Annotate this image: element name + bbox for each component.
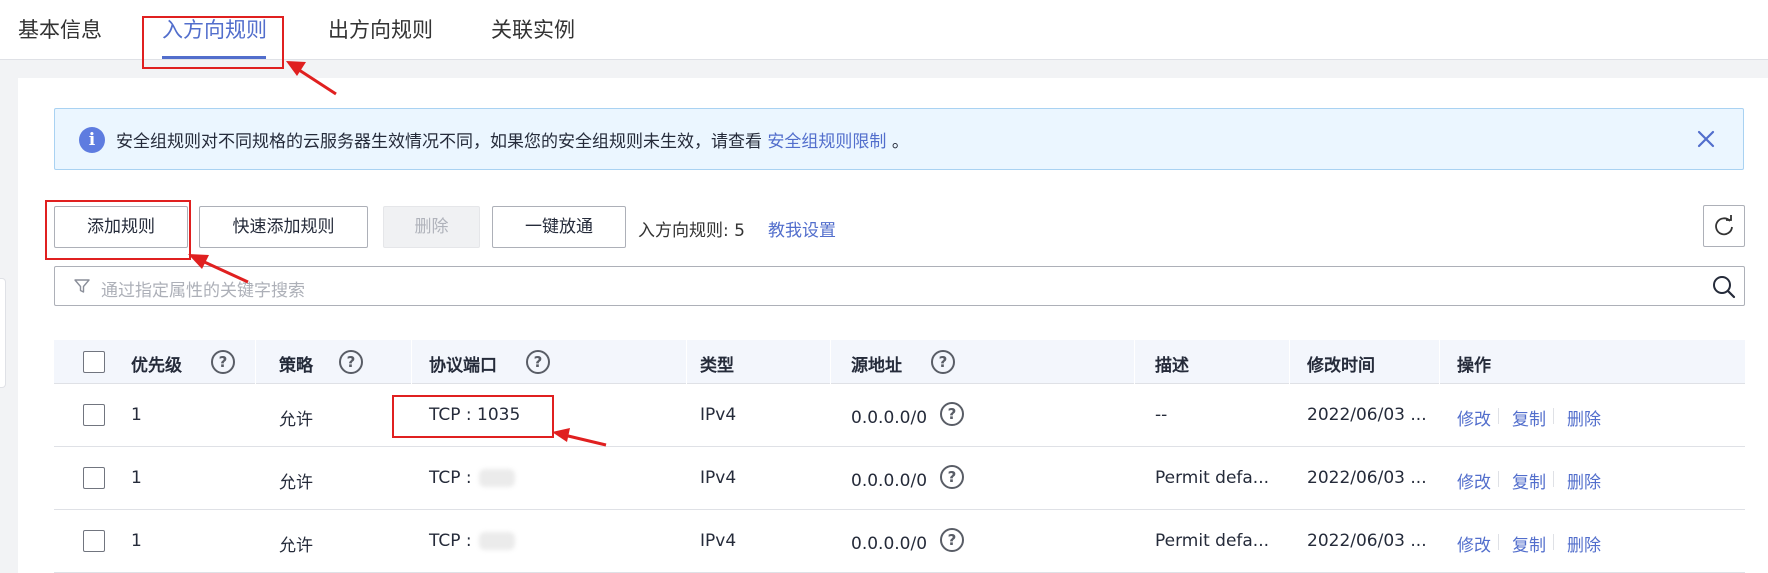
- delete-link[interactable]: 删除: [1567, 468, 1601, 493]
- cell-source: 0.0.0.0/0: [851, 408, 928, 428]
- column-divider: [1439, 340, 1440, 384]
- cell-type: IPv4: [700, 531, 737, 551]
- column-divider: [1134, 340, 1135, 384]
- row-checkbox[interactable]: [83, 530, 105, 552]
- refresh-button[interactable]: [1703, 205, 1745, 247]
- quick-add-rule-button[interactable]: 快速添加规则: [199, 206, 368, 248]
- annotation-arrow-icon: [552, 428, 607, 447]
- edit-link[interactable]: 修改: [1457, 405, 1491, 430]
- cell-protocol-port: TCP :: [429, 468, 516, 488]
- protocol-port-text: TCP :: [429, 468, 478, 488]
- row-checkbox[interactable]: [83, 467, 105, 489]
- delete-link[interactable]: 删除: [1567, 531, 1601, 556]
- cell-protocol-port: TCP :: [429, 531, 516, 551]
- cell-priority: 1: [131, 531, 142, 551]
- redacted-port: [479, 532, 516, 550]
- help-icon[interactable]: ?: [211, 350, 235, 374]
- cell-policy: 允许: [279, 473, 313, 493]
- cell-description: --: [1155, 405, 1168, 425]
- help-icon[interactable]: ?: [931, 350, 955, 374]
- copy-link[interactable]: 复制: [1512, 468, 1546, 493]
- protocol-port-text: TCP :: [429, 531, 478, 551]
- row-checkbox[interactable]: [83, 404, 105, 426]
- help-icon[interactable]: ?: [526, 350, 550, 374]
- header-protocol-port: 协议端口: [429, 356, 497, 376]
- action-divider: [1498, 534, 1499, 550]
- cell-source: 0.0.0.0/0: [851, 471, 928, 491]
- help-icon[interactable]: ?: [940, 465, 964, 489]
- cell-description: Permit defa...: [1155, 531, 1270, 551]
- cell-modified-time: 2022/06/03 ...: [1307, 531, 1427, 551]
- header-description: 描述: [1155, 356, 1189, 376]
- cell-description: Permit defa...: [1155, 468, 1270, 488]
- header-source: 源地址: [851, 356, 902, 376]
- action-divider: [1553, 534, 1554, 550]
- table-row: 1 允许 TCP : IPv4 0.0.0.0/0 ? Permit defa.…: [54, 510, 1745, 573]
- tab-associated-instances[interactable]: 关联实例: [491, 14, 575, 44]
- cell-modified-time: 2022/06/03 ...: [1307, 468, 1427, 488]
- action-divider: [1553, 471, 1554, 487]
- cell-policy: 允许: [279, 536, 313, 556]
- header-type: 类型: [700, 356, 734, 376]
- header-actions: 操作: [1457, 356, 1491, 376]
- column-divider: [411, 340, 412, 384]
- edit-link[interactable]: 修改: [1457, 531, 1491, 556]
- alert-message: 安全组规则对不同规格的云服务器生效情况不同，如果您的安全组规则未生效，请查看 安…: [116, 127, 909, 152]
- copy-link[interactable]: 复制: [1512, 405, 1546, 430]
- help-icon[interactable]: ?: [940, 528, 964, 552]
- cell-priority: 1: [131, 468, 142, 488]
- header-priority: 优先级: [131, 356, 182, 376]
- copy-link[interactable]: 复制: [1512, 531, 1546, 556]
- column-divider: [1289, 340, 1290, 384]
- action-divider: [1498, 471, 1499, 487]
- edit-link[interactable]: 修改: [1457, 468, 1491, 493]
- table-header: 优先级 ? 策略 ? 协议端口 ? 类型 源地址 ? 描述 修改时间 操作: [54, 340, 1745, 384]
- table-row: 1 允许 TCP : 1035 IPv4 0.0.0.0/0 ? -- 2022…: [54, 384, 1745, 447]
- action-divider: [1553, 408, 1554, 424]
- tab-basic-info[interactable]: 基本信息: [18, 14, 102, 44]
- cell-priority: 1: [131, 405, 142, 425]
- column-divider: [255, 340, 256, 384]
- cell-modified-time: 2022/06/03 ...: [1307, 405, 1427, 425]
- security-rule-limit-link[interactable]: 安全组规则限制: [767, 132, 886, 152]
- annotation-box-port: [392, 395, 554, 438]
- cell-type: IPv4: [700, 405, 737, 425]
- teach-me-link[interactable]: 教我设置: [768, 216, 836, 241]
- action-divider: [1498, 408, 1499, 424]
- annotation-box-inbound-tab: [142, 16, 284, 69]
- side-handle[interactable]: [0, 278, 6, 388]
- cell-policy: 允许: [279, 410, 313, 430]
- annotation-arrow-icon: [286, 61, 337, 96]
- alert-suffix: 。: [891, 132, 909, 152]
- annotation-arrow-icon: [188, 254, 249, 284]
- close-icon[interactable]: [1691, 124, 1721, 154]
- help-icon[interactable]: ?: [339, 350, 363, 374]
- cell-type: IPv4: [700, 468, 737, 488]
- info-alert: i 安全组规则对不同规格的云服务器生效情况不同，如果您的安全组规则未生效，请查看…: [54, 108, 1744, 170]
- search-bar[interactable]: 通过指定属性的关键字搜索: [54, 266, 1745, 306]
- delete-link[interactable]: 删除: [1567, 405, 1601, 430]
- help-icon[interactable]: ?: [940, 402, 964, 426]
- alert-text: 安全组规则对不同规格的云服务器生效情况不同，如果您的安全组规则未生效，请查看: [116, 132, 762, 152]
- delete-button[interactable]: 删除: [383, 206, 480, 248]
- select-all-checkbox[interactable]: [83, 351, 105, 373]
- tab-outbound-rules[interactable]: 出方向规则: [328, 14, 433, 44]
- header-modified-time: 修改时间: [1307, 356, 1375, 376]
- filter-icon: [74, 279, 90, 293]
- column-divider: [830, 340, 831, 384]
- info-icon: i: [79, 127, 105, 153]
- cell-source: 0.0.0.0/0: [851, 534, 928, 554]
- header-policy: 策略: [279, 356, 313, 376]
- table-row: 1 允许 TCP : IPv4 0.0.0.0/0 ? Permit defa.…: [54, 447, 1745, 510]
- annotation-box-add-rule: [45, 200, 191, 260]
- inbound-rule-count: 入方向规则: 5: [638, 221, 745, 241]
- search-icon[interactable]: [1710, 273, 1738, 301]
- column-divider: [686, 340, 687, 384]
- refresh-icon: [1715, 215, 1733, 236]
- redacted-port: [479, 469, 516, 487]
- one-click-allow-button[interactable]: 一键放通: [492, 206, 626, 248]
